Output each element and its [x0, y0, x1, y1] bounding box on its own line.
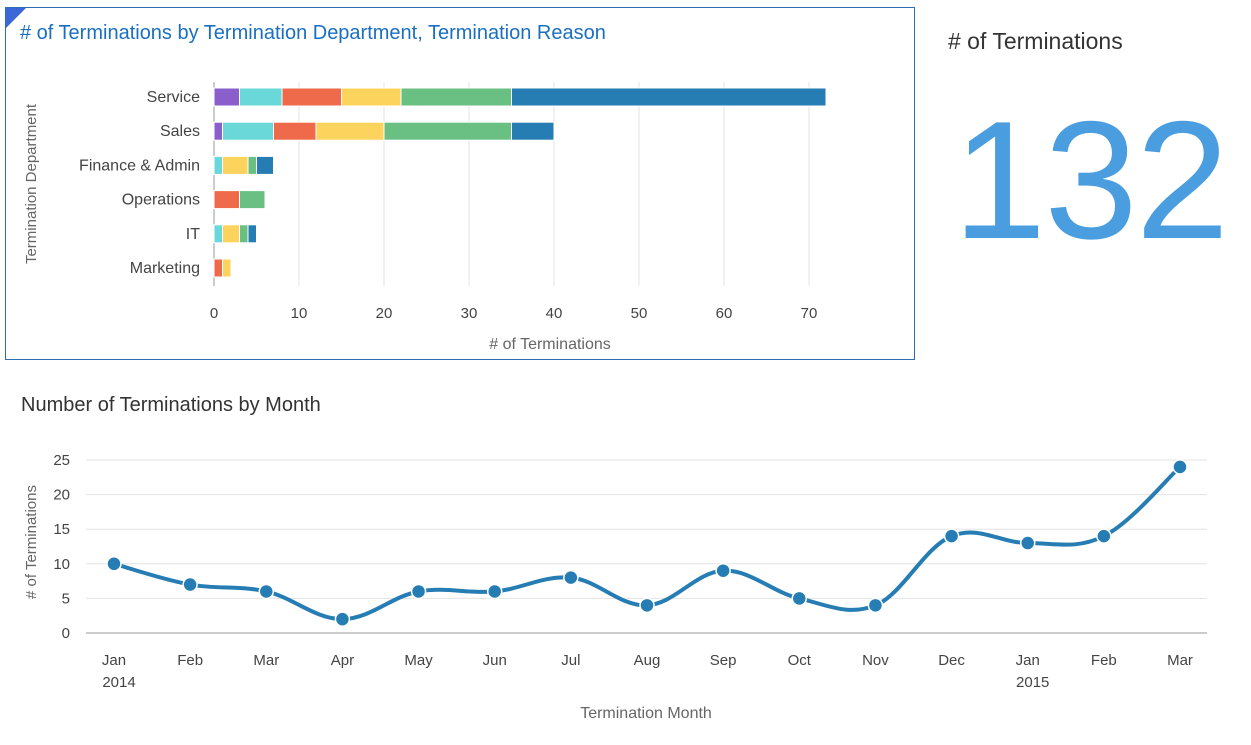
x-tick-label: Apr — [331, 652, 354, 669]
data-point — [486, 583, 503, 600]
data-point — [943, 528, 960, 544]
data-point — [1096, 528, 1112, 544]
y-axis-title: # of Terminations — [23, 485, 40, 599]
data-point — [1019, 535, 1036, 551]
x-tick-label: Jul — [561, 652, 580, 669]
x-tick-label: Feb — [1091, 652, 1117, 669]
x-tick-label: Feb — [177, 652, 203, 669]
data-point — [1172, 459, 1188, 475]
x-tick-label: May — [404, 652, 433, 669]
y-tick-label: 20 — [53, 487, 70, 504]
data-point — [334, 611, 351, 627]
y-tick-label: 15 — [53, 521, 70, 538]
x-tick-label: Aug — [634, 652, 661, 669]
y-tick-label: 5 — [62, 590, 70, 607]
line-chart: 0 5 10 15 20 25 Jan 2014 Feb Mar Apr May Jun Jul Aug Se… — [23, 452, 1207, 722]
data-point — [715, 562, 731, 579]
x-tick-label: Jun — [483, 652, 507, 669]
x-tick-label: Sep — [710, 652, 737, 669]
x-year-label: 2014 — [102, 674, 135, 691]
data-point — [791, 590, 808, 607]
x-year-label: 2015 — [1016, 674, 1049, 691]
data-point — [258, 583, 275, 600]
x-tick-label: Jan — [102, 652, 126, 669]
data-point — [410, 583, 427, 600]
x-tick-label: Oct — [788, 652, 812, 669]
data-point — [867, 597, 884, 614]
y-tick-label: 10 — [53, 556, 70, 573]
data-point — [106, 556, 122, 572]
x-tick-label: Dec — [938, 652, 965, 669]
x-tick-label: Nov — [862, 652, 889, 669]
x-tick-label: Mar — [253, 652, 279, 669]
x-axis-title: Termination Month — [580, 705, 712, 722]
data-point — [563, 569, 579, 586]
x-tick-label: Mar — [1167, 652, 1193, 669]
data-point — [182, 576, 198, 593]
x-tick-label: Jan — [1016, 652, 1040, 669]
y-tick-label: 25 — [53, 452, 70, 469]
y-tick-label: 0 — [62, 625, 70, 642]
data-point — [639, 597, 655, 614]
